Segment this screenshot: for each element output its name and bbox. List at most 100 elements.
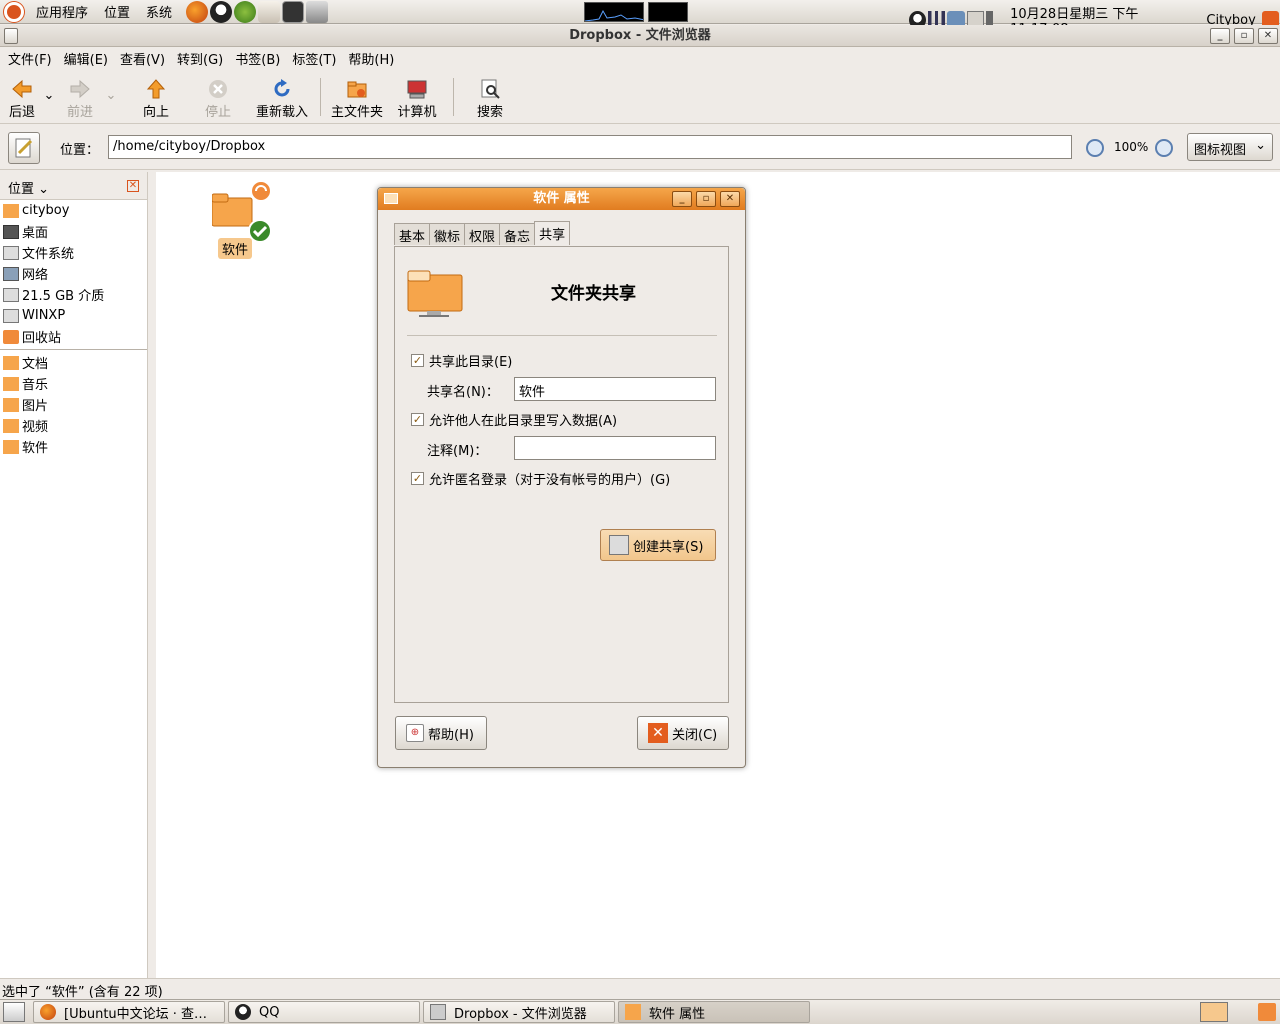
folder-icon [3,418,19,433]
share-heading: 文件夹共享 [551,284,636,304]
menu-bookmarks[interactable]: 书签(B) [235,49,280,68]
taskbar-item-firefox[interactable]: [Ubuntu中文论坛 · 查… [33,1001,225,1023]
close-sidebar-icon[interactable]: ✕ [127,180,139,192]
sidebar-item-trash[interactable]: 回收站 [0,326,147,347]
toolbar: 后退 ⌄ 前进 ⌄ 向上 停止 重新载入 主文件夹 计算机 搜索 [0,70,1280,124]
minimize-button[interactable]: _ [672,191,692,207]
chevron-down-icon: ⌄ [1255,138,1266,153]
sidebar-header[interactable]: 位置 ⌄ ✕ [0,172,147,200]
dialog-titlebar[interactable]: 软件 属性 _ ▫ ✕ [378,188,745,210]
memory-monitor[interactable] [648,2,688,22]
location-input[interactable]: /home/cityboy/Dropbox [108,135,1072,159]
taskbar-item-properties[interactable]: 软件 属性 [618,1001,810,1023]
sidebar-item-filesystem[interactable]: 文件系统 [0,242,147,263]
sidebar-item-documents[interactable]: 文档 [0,352,147,373]
menu-edit[interactable]: 编辑(E) [64,49,108,68]
sidebar-title: 位置 [8,182,35,197]
toggle-location-entry-button[interactable] [8,132,40,164]
show-desktop-icon[interactable] [3,1002,25,1022]
allow-write-label[interactable]: 允许他人在此目录里写入数据(A) [429,410,617,429]
taskbar-item-qq[interactable]: QQ [228,1001,420,1023]
zoom-level[interactable]: 100% [1114,140,1148,154]
sidebar-item-music[interactable]: 音乐 [0,373,147,394]
taskbar-item-file-browser[interactable]: Dropbox - 文件浏览器 [423,1001,615,1023]
places-menu[interactable]: 位置 [104,2,130,21]
tab-share[interactable]: 共享 [534,221,571,245]
system-menu[interactable]: 系统 [146,2,172,21]
allow-anonymous-checkbox[interactable]: ✓ [411,472,424,485]
minimize-button[interactable]: _ [1210,28,1230,44]
trash-icon [3,329,19,344]
firefox-launcher-icon[interactable] [186,0,209,23]
workspace-switcher[interactable] [1200,1002,1228,1022]
sidebar-item-desktop[interactable]: 桌面 [0,221,147,242]
view-mode-select[interactable]: 图标视图 ⌄ [1187,133,1273,161]
ubuntu-logo-icon[interactable] [4,1,24,22]
search-icon [481,79,500,99]
top-panel: 应用程序 位置 系统 10月28日星期三 下午11:17:08 Cityboy [0,0,1280,37]
shared-folder-icon [407,270,463,317]
home-button[interactable]: 主文件夹 [327,70,387,124]
close-window-button[interactable]: ✕ [720,191,740,207]
share-directory-checkbox[interactable]: ✓ [411,354,424,367]
back-history-dropdown[interactable]: ⌄ [38,70,60,103]
menu-view[interactable]: 查看(V) [120,49,165,68]
tab-permissions[interactable]: 权限 [464,223,501,245]
screenshot-launcher-icon[interactable] [306,0,329,23]
maximize-button[interactable]: ▫ [1234,28,1254,44]
close-icon: ✕ [648,723,668,743]
home-folder-icon [3,203,19,218]
terminal-launcher-icon[interactable] [282,0,305,23]
share-name-input[interactable]: 软件 [514,377,716,401]
comment-input[interactable] [514,436,716,460]
trash-applet-icon[interactable] [1258,1003,1276,1021]
sidebar-item-media[interactable]: 21.5 GB 介质 [0,284,147,305]
help-button[interactable]: ⊕ 帮助(H) [395,716,487,750]
qq-icon [235,1004,251,1020]
share-directory-label[interactable]: 共享此目录(E) [429,351,512,370]
computer-button[interactable]: 计算机 [387,70,447,124]
menu-file[interactable]: 文件(F) [8,49,52,68]
window-title: Dropbox - 文件浏览器 [569,28,711,43]
zoom-out-icon[interactable] [1086,139,1104,157]
back-button[interactable]: 后退 [6,70,38,124]
sidebar-item-pictures[interactable]: 图片 [0,394,147,415]
forward-history-dropdown[interactable]: ⌄ [100,70,122,103]
close-button[interactable]: ✕ 关闭(C) [637,716,729,750]
stop-button[interactable]: 停止 [190,70,246,124]
zoom-in-icon[interactable] [1155,139,1173,157]
allow-write-checkbox[interactable]: ✓ [411,413,424,426]
maximize-button[interactable]: ▫ [696,191,716,207]
sidebar-item-home[interactable]: cityboy [0,200,147,221]
cpu-monitor[interactable] [584,2,644,22]
bottom-panel: [Ubuntu中文论坛 · 查… QQ Dropbox - 文件浏览器 软件 属… [0,999,1280,1024]
menu-help[interactable]: 帮助(H) [348,49,394,68]
search-button[interactable]: 搜索 [460,70,520,124]
create-share-button[interactable]: 创建共享(S) [600,529,716,561]
floppy-icon [609,535,629,555]
applications-menu[interactable]: 应用程序 [36,2,88,21]
location-bar: 位置： /home/cityboy/Dropbox 100% 图标视图 ⌄ [0,126,1280,170]
window-menu-icon[interactable] [4,28,18,44]
forward-button[interactable]: 前进 [60,70,100,124]
desktop-icon [3,224,19,239]
menu-tabs[interactable]: 标签(T) [292,49,336,68]
reload-button[interactable]: 重新载入 [250,70,314,124]
tab-emblems[interactable]: 徽标 [429,223,466,245]
file-view[interactable]: 软件 软件 属性 _ ▫ ✕ 基本 徽标 权限 备忘 共享 文件夹共享 ✓ 共享… [156,172,1280,978]
mail-launcher-icon[interactable] [258,0,281,23]
menu-go[interactable]: 转到(G) [177,49,223,68]
transfer-launcher-icon[interactable] [234,0,257,23]
sidebar-item-software[interactable]: 软件 [0,436,147,457]
tab-notes[interactable]: 备忘 [499,223,536,245]
qq-launcher-icon[interactable] [210,0,233,23]
window-titlebar[interactable]: Dropbox - 文件浏览器 _ ▫ ✕ [0,25,1280,47]
close-window-button[interactable]: ✕ [1258,28,1278,44]
allow-anonymous-label[interactable]: 允许匿名登录（对于没有帐号的用户）(G) [429,469,670,488]
up-button[interactable]: 向上 [128,70,184,124]
arrow-up-icon [146,79,166,99]
sidebar-item-winxp[interactable]: WINXP [0,305,147,326]
sidebar-item-videos[interactable]: 视频 [0,415,147,436]
sidebar-item-network[interactable]: 网络 [0,263,147,284]
tab-basic[interactable]: 基本 [394,223,431,245]
